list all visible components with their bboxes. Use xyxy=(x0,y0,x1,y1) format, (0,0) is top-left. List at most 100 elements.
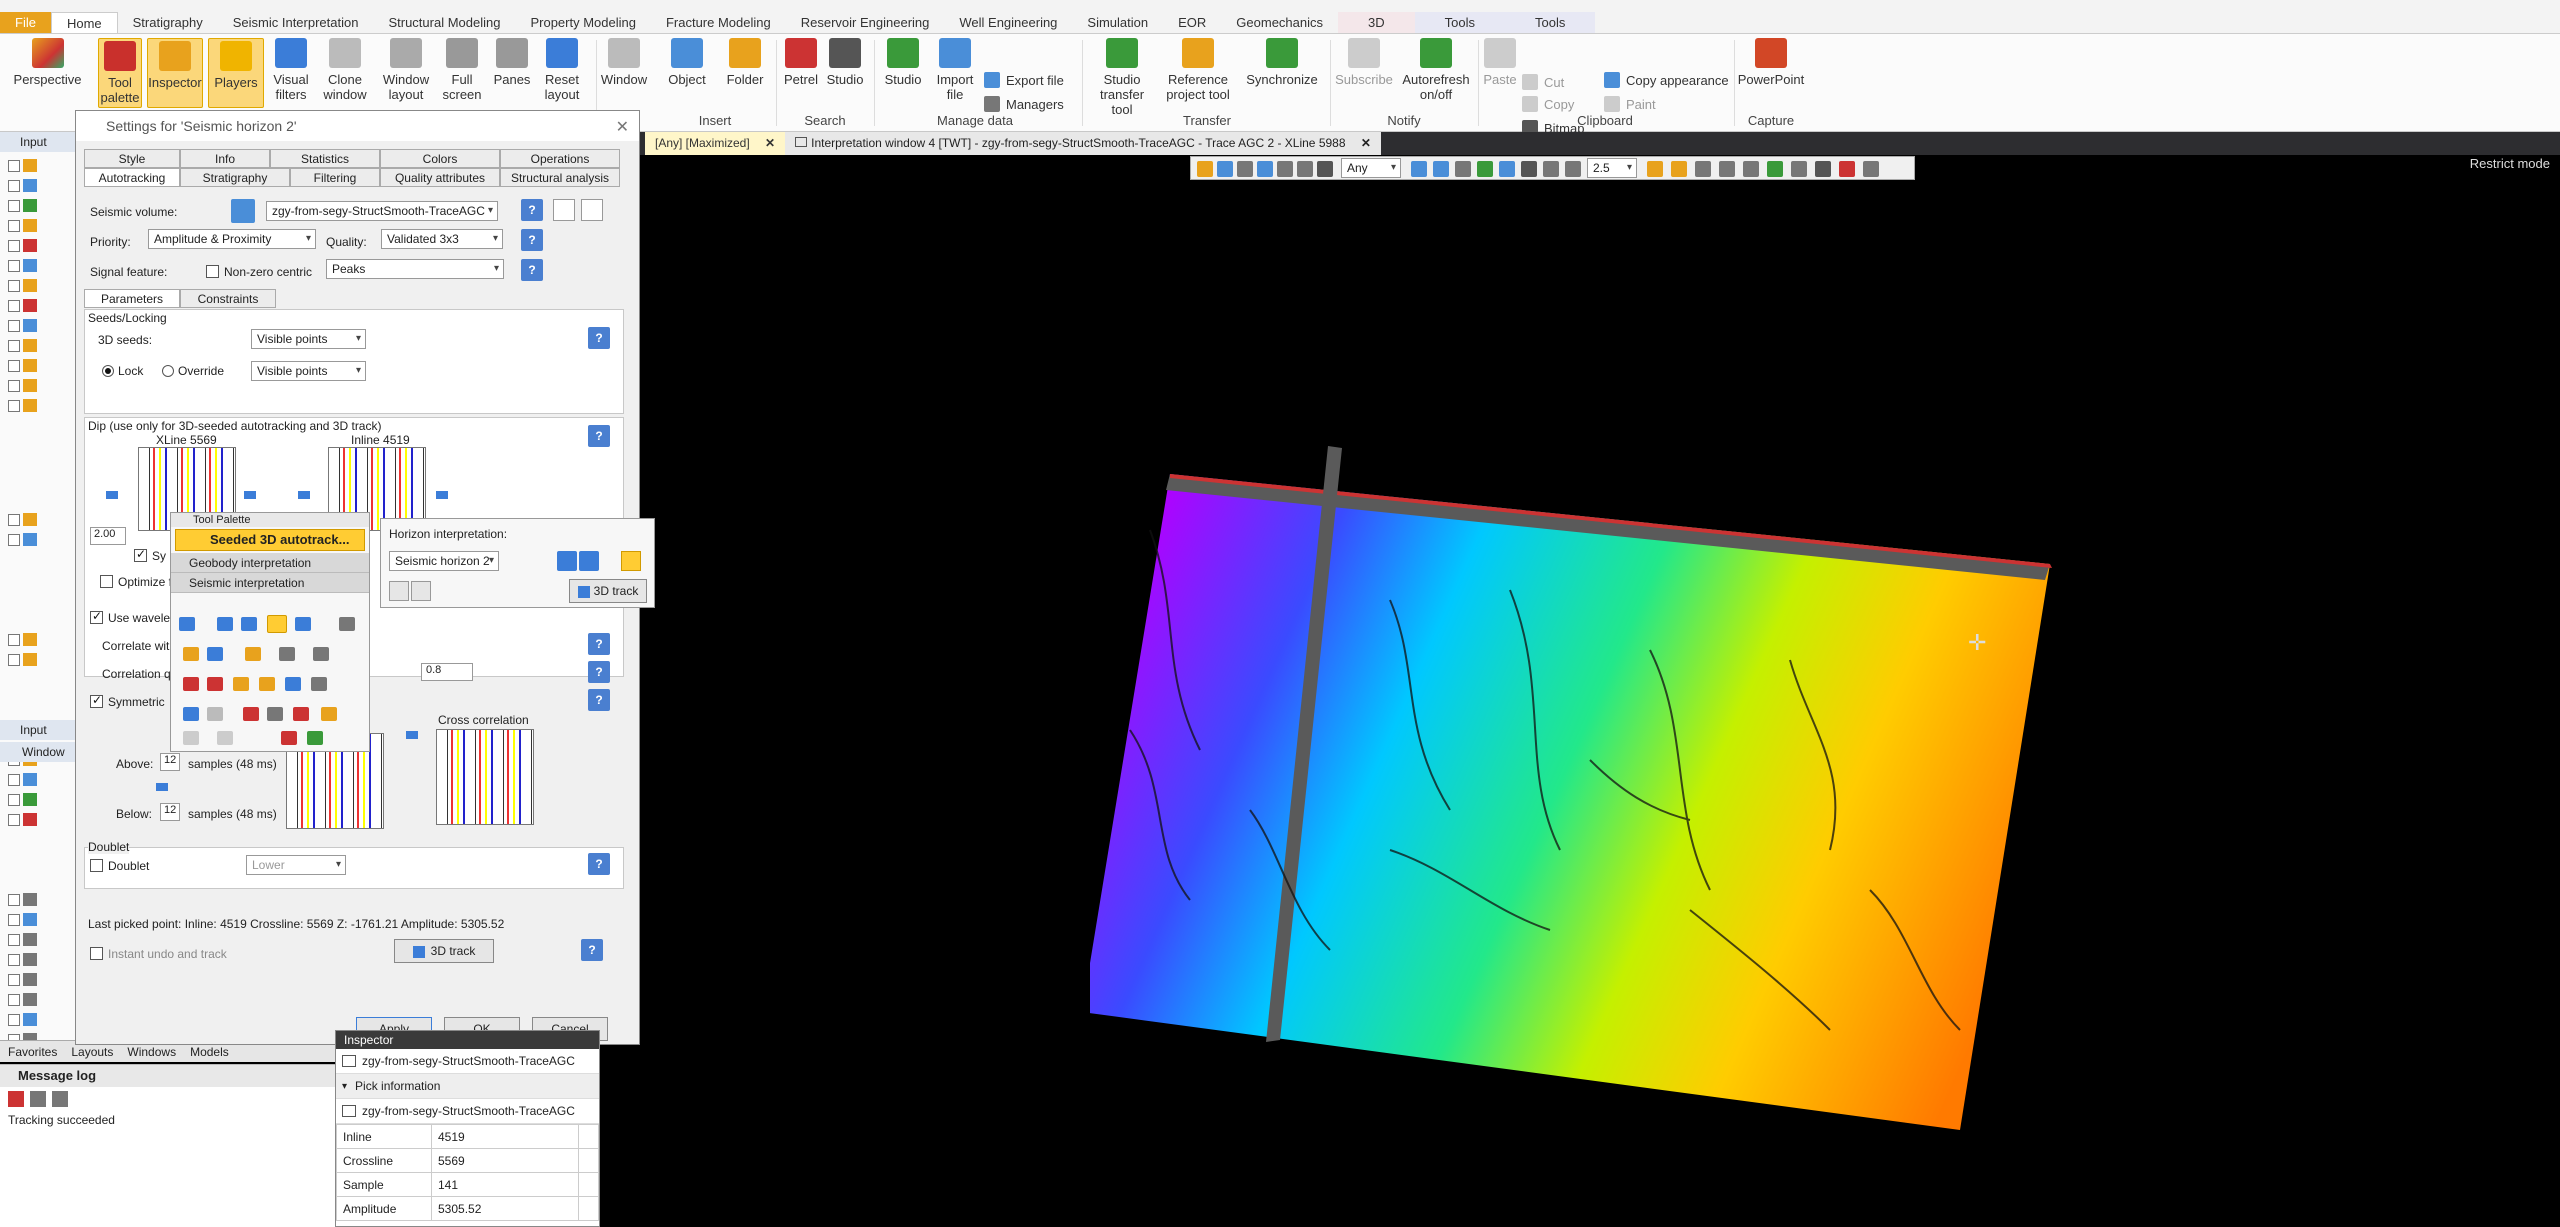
help-icon[interactable]: ? xyxy=(588,689,610,711)
help-icon[interactable]: ? xyxy=(521,199,543,221)
tab-constraints[interactable]: Constraints xyxy=(180,289,276,308)
geobody-interpretation-group[interactable]: Geobody interpretation xyxy=(171,553,369,573)
windows-tab[interactable]: Window xyxy=(0,742,78,762)
pointer-icon[interactable] xyxy=(321,707,337,721)
snap-icon[interactable] xyxy=(279,647,295,661)
select-icon[interactable] xyxy=(233,677,249,691)
cut-button[interactable]: Cut xyxy=(1522,74,1564,90)
undo-icon[interactable] xyxy=(389,581,409,601)
dip-slider[interactable] xyxy=(106,491,118,499)
tree-item[interactable] xyxy=(8,318,68,334)
camera-icon[interactable] xyxy=(1257,161,1273,177)
tab-quality-attributes[interactable]: Quality attributes xyxy=(380,168,500,187)
priority-select[interactable]: Amplitude & Proximity xyxy=(148,229,316,249)
tree-item[interactable] xyxy=(8,992,68,1008)
delete-icon[interactable] xyxy=(207,677,223,691)
visual-filters-button[interactable]: Visual filters xyxy=(268,38,314,102)
tab-geomechanics[interactable]: Geomechanics xyxy=(1221,12,1338,33)
close-icon[interactable]: ✕ xyxy=(616,117,629,137)
tab-simulation[interactable]: Simulation xyxy=(1072,12,1163,33)
track-icon[interactable] xyxy=(557,551,577,571)
box-icon[interactable] xyxy=(1791,161,1807,177)
chart-icon[interactable] xyxy=(1743,161,1759,177)
inspector-button[interactable]: Inspector xyxy=(147,38,203,108)
pick-information-header[interactable]: ▾ Pick information xyxy=(336,1074,599,1099)
help-icon[interactable]: ? xyxy=(588,633,610,655)
tab-structural-modeling[interactable]: Structural Modeling xyxy=(373,12,515,33)
tree-item[interactable] xyxy=(8,218,68,234)
tree-item[interactable] xyxy=(8,1012,68,1028)
tab-stratigraphy[interactable]: Stratigraphy xyxy=(180,168,290,187)
polygon-icon[interactable] xyxy=(207,647,223,661)
tree-item[interactable] xyxy=(8,892,68,908)
tab-models[interactable]: Models xyxy=(190,1045,229,1059)
seismic-interpretation-group[interactable]: Seismic interpretation xyxy=(171,573,369,593)
tree-item[interactable] xyxy=(8,158,68,174)
lock-radio[interactable] xyxy=(102,365,114,377)
instant-undo-checkbox[interactable] xyxy=(90,947,103,960)
non-zero-centric-checkbox[interactable] xyxy=(206,265,219,278)
tree-item[interactable] xyxy=(8,512,68,528)
pin-icon[interactable] xyxy=(1863,161,1879,177)
quality-select[interactable]: Validated 3x3 xyxy=(381,229,503,249)
powerpoint-button[interactable]: PowerPoint xyxy=(1736,38,1806,87)
zoom-icon[interactable] xyxy=(1477,161,1493,177)
settings-icon[interactable] xyxy=(313,647,329,661)
tab-property-modeling[interactable]: Property Modeling xyxy=(515,12,651,33)
fault-sticks-icon[interactable] xyxy=(245,647,261,661)
redo-icon[interactable] xyxy=(207,707,223,721)
help-icon[interactable]: ? xyxy=(521,229,543,251)
below-field[interactable]: 12 xyxy=(160,803,180,821)
guided-autotrack-icon[interactable] xyxy=(179,617,195,631)
pan-icon[interactable] xyxy=(1521,161,1537,177)
view-icon[interactable] xyxy=(1217,161,1233,177)
side-view-icon[interactable] xyxy=(1455,161,1471,177)
tab-tools-2[interactable]: Tools xyxy=(1505,12,1596,33)
eraser-icon[interactable] xyxy=(411,581,431,601)
studio-button[interactable]: Studio xyxy=(880,38,926,87)
tree-item[interactable] xyxy=(8,298,68,314)
help-icon[interactable]: ? xyxy=(588,853,610,875)
seismic-volume-field[interactable]: zgy-from-segy-StructSmooth-TraceAGC xyxy=(266,201,498,221)
doc-tab-maximized[interactable]: [Any] [Maximized] ✕ xyxy=(645,132,786,155)
tree-item[interactable] xyxy=(8,258,68,274)
tab-tools[interactable]: Tools xyxy=(1414,12,1505,33)
tab-structural-analysis[interactable]: Structural analysis xyxy=(500,168,620,187)
tree-item[interactable] xyxy=(8,398,68,414)
tab-file[interactable]: File xyxy=(0,12,51,33)
tree-item[interactable] xyxy=(8,238,68,254)
tree-item[interactable] xyxy=(8,652,68,668)
tree-item[interactable] xyxy=(8,358,68,374)
close-icon[interactable]: ✕ xyxy=(765,136,775,150)
rotate-icon[interactable] xyxy=(1499,161,1515,177)
paste-button[interactable]: Paste xyxy=(1480,38,1520,87)
hide-icon[interactable] xyxy=(217,731,233,745)
3d-viewport[interactable]: ✛ xyxy=(1090,430,2060,1130)
edit-icon[interactable] xyxy=(259,677,275,691)
new-icon[interactable] xyxy=(553,199,575,221)
tree-item[interactable] xyxy=(8,972,68,988)
new-horizon-icon[interactable] xyxy=(579,551,599,571)
symmetric-checkbox[interactable] xyxy=(90,693,103,708)
tab-layouts[interactable]: Layouts xyxy=(71,1045,113,1059)
perspective-button[interactable]: Perspective xyxy=(10,38,85,87)
split-icon[interactable] xyxy=(311,677,327,691)
window-layout-button[interactable]: Window layout xyxy=(376,38,436,102)
settings-icon[interactable] xyxy=(621,551,641,571)
tree-item[interactable] xyxy=(8,912,68,928)
tab-colors[interactable]: Colors xyxy=(380,149,500,168)
z-scale-select[interactable]: 2.5 xyxy=(1587,158,1637,178)
tree-item[interactable] xyxy=(8,792,68,808)
tree-item[interactable] xyxy=(8,198,68,214)
window-slider[interactable] xyxy=(406,731,418,739)
fault-icon[interactable] xyxy=(183,647,199,661)
filter-icon[interactable] xyxy=(30,1091,46,1107)
object-button[interactable]: Object xyxy=(660,38,714,87)
tree-item[interactable] xyxy=(8,338,68,354)
import-file-button[interactable]: Import file xyxy=(930,38,980,102)
measure-icon[interactable] xyxy=(1237,161,1253,177)
use-wavelet-checkbox[interactable] xyxy=(90,609,103,624)
home-view-icon[interactable] xyxy=(1411,161,1427,177)
tab-statistics[interactable]: Statistics xyxy=(270,149,380,168)
tab-stratigraphy[interactable]: Stratigraphy xyxy=(118,12,218,33)
